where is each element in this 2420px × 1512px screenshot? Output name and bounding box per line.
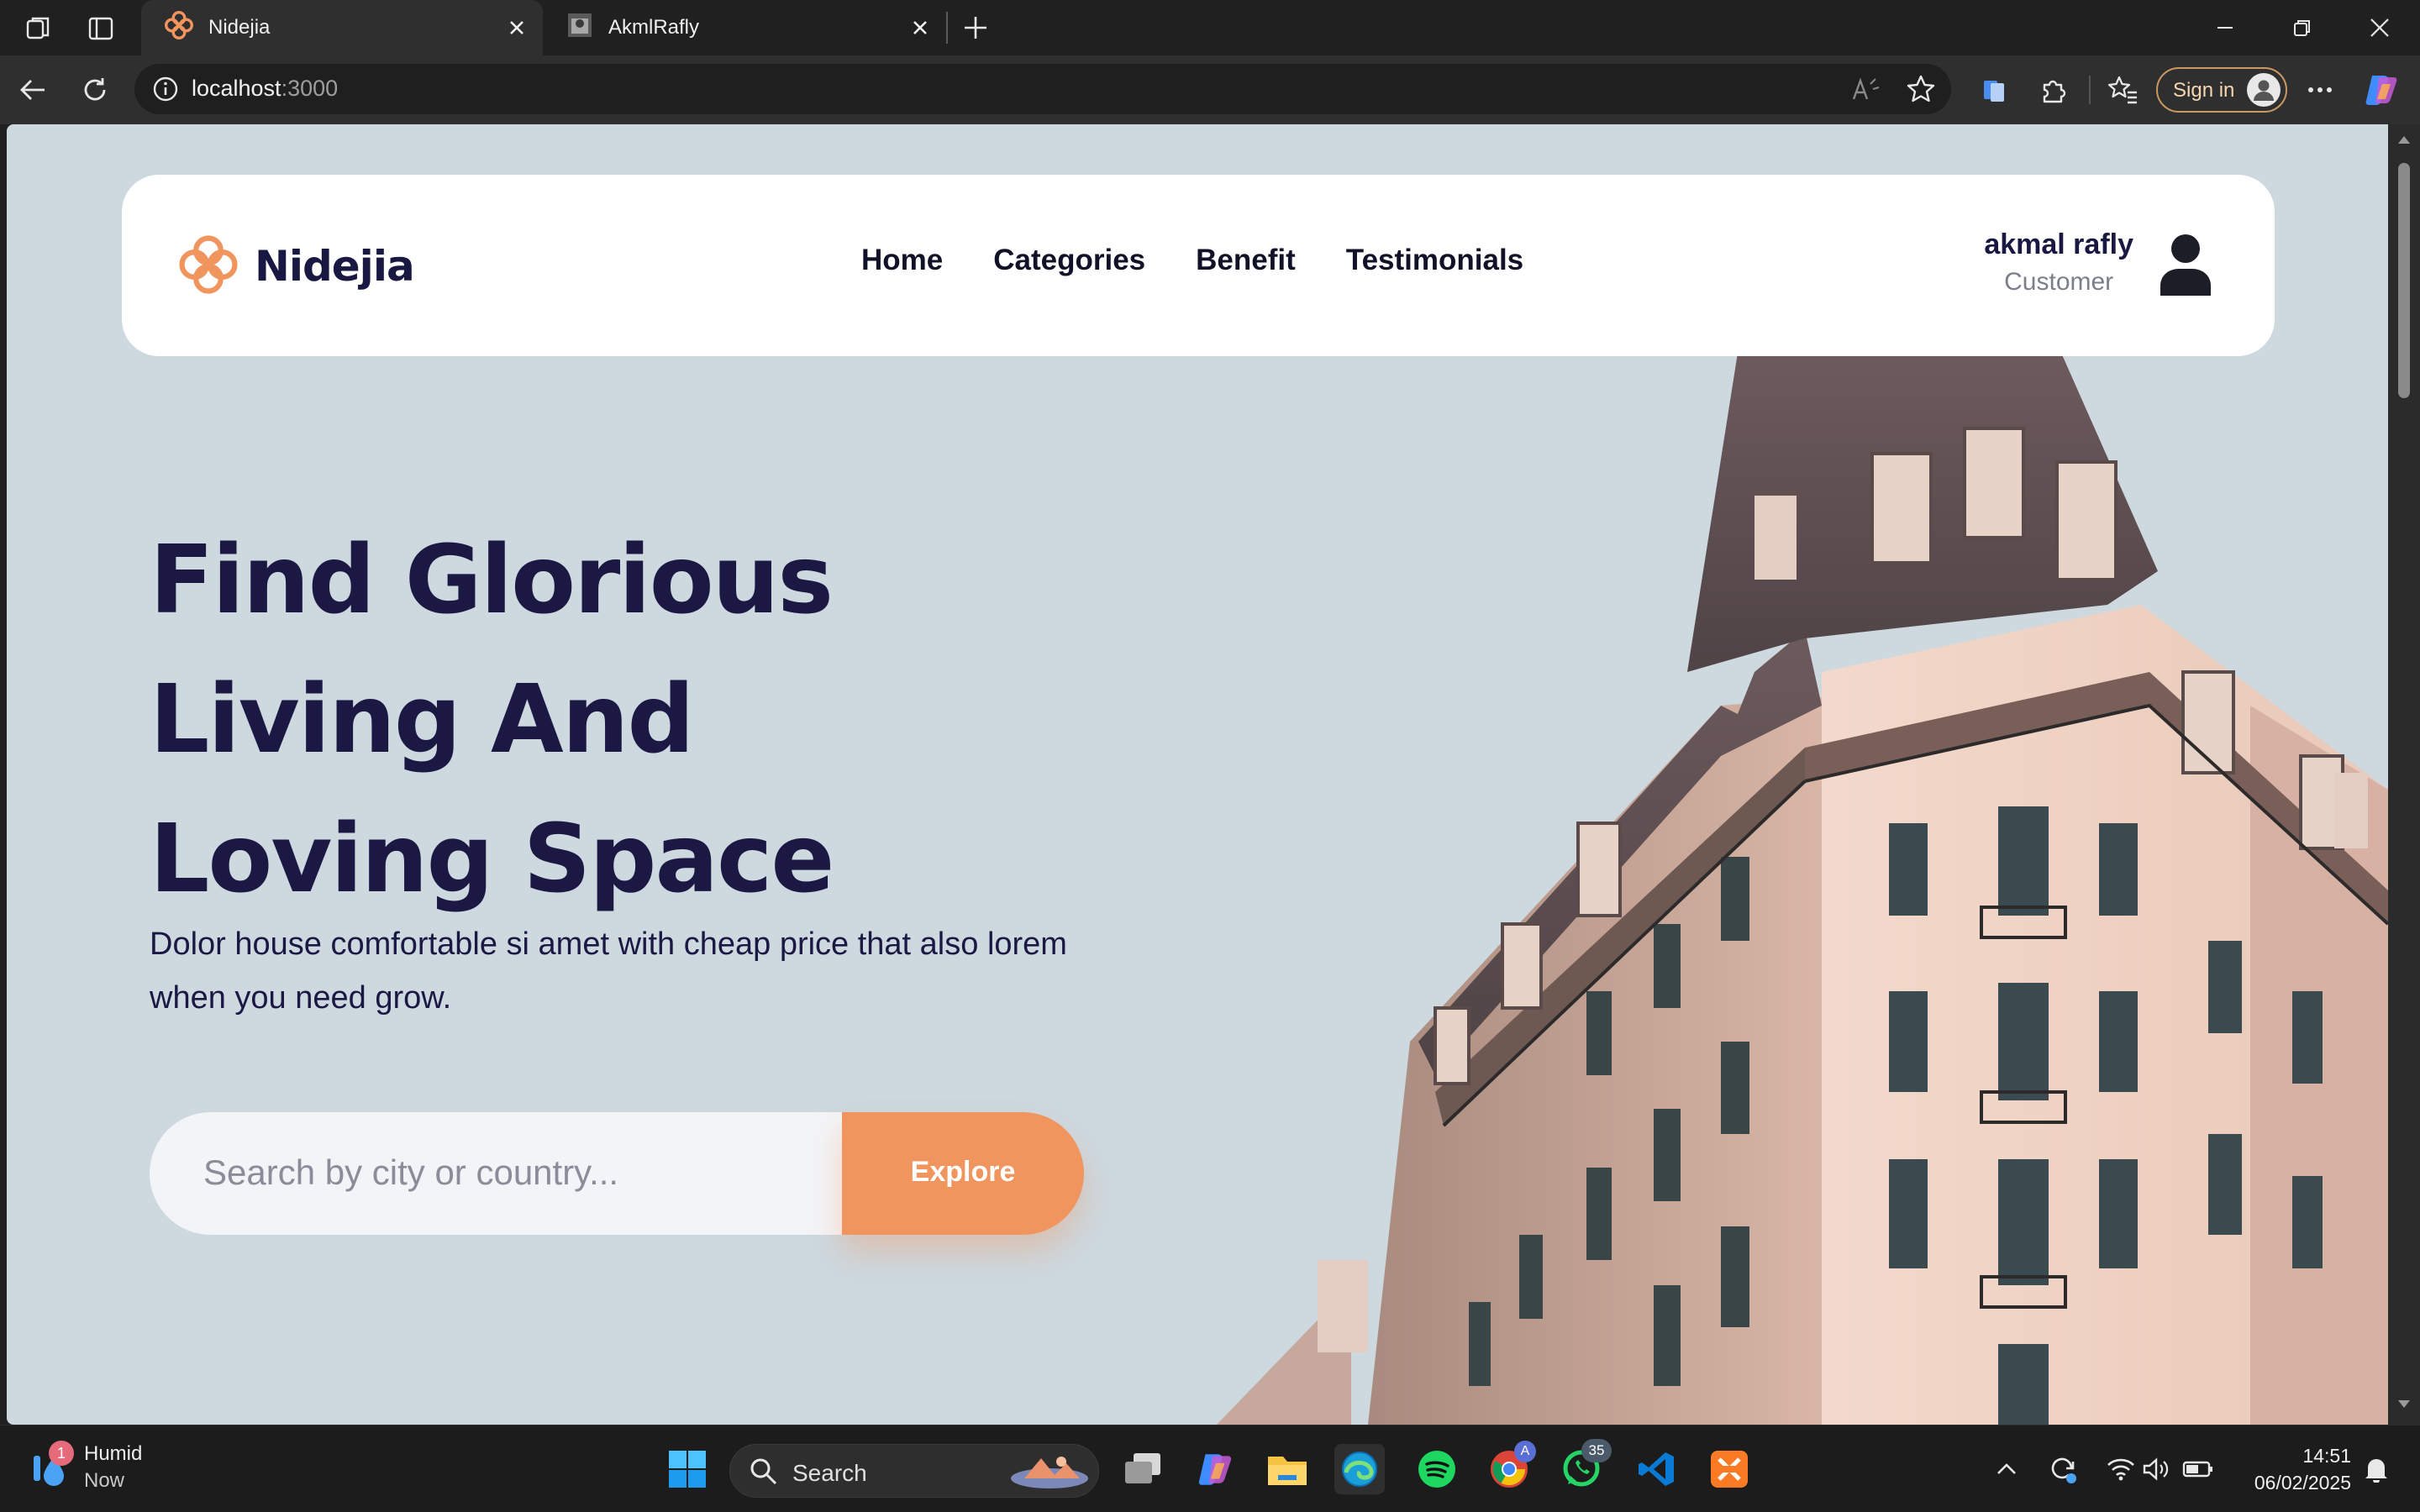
close-tab-icon[interactable] [504,15,529,40]
search-placeholder: Search by city or country... [203,1152,619,1192]
user-role: Customer [2004,268,2114,296]
taskbar-search[interactable]: Search [729,1444,1099,1498]
nav-link-home[interactable]: Home [861,244,943,277]
hero-title-line: Find Glorious [150,526,834,635]
brand-name: Nidejia [255,242,415,291]
explore-button[interactable]: Explore [842,1112,1084,1235]
tab-nidejia[interactable]: Nidejia [141,0,543,55]
sync-status-icon[interactable] [2044,1444,2081,1494]
tab-title: Nidejia [208,16,271,39]
read-aloud-icon[interactable] [1850,74,1881,108]
weather-notification-badge: 1 [49,1441,74,1466]
browser-address-bar: localhost:3000 Sign in [0,55,2420,124]
scroll-down-arrow-icon[interactable] [2396,1398,2412,1414]
scroll-up-arrow-icon[interactable] [2396,133,2412,149]
start-menu-icon[interactable] [662,1444,713,1494]
clock-date: 06/02/2025 [2254,1472,2351,1494]
favorite-star-icon[interactable] [1906,74,1936,108]
workspaces-icon[interactable] [22,12,55,45]
top-navigation-card: Nidejia Home Categories Benefit Testimon… [122,175,2275,356]
weather-time: Now [84,1469,125,1492]
user-avatar-icon[interactable] [2159,234,2212,299]
user-name: akmal rafly [1984,228,2133,260]
scrollbar-thumb[interactable] [2398,163,2410,398]
browser-tab-bar: Nidejia AkmlRafly [0,0,2420,55]
battery-icon[interactable] [2180,1444,2217,1494]
nav-link-benefit[interactable]: Benefit [1196,244,1296,277]
hero-search: Search by city or country... Explore [150,1112,1084,1235]
back-arrow-icon[interactable] [13,71,52,109]
nidejia-favicon-icon [165,10,193,45]
file-explorer-icon[interactable] [1262,1444,1313,1494]
site-info-icon[interactable] [151,75,180,107]
whatsapp-unread-badge: 35 [1581,1439,1612,1462]
hero-subtitle: Dolor house comfortable si amet with che… [150,927,1067,1016]
tab-akmlrafly[interactable]: AkmlRafly [543,0,946,55]
explore-button-label: Explore [910,1156,1016,1188]
tab-divider [946,12,948,44]
vscode-icon[interactable] [1632,1444,1682,1494]
hero-title-line: Living And [150,665,695,774]
url-text: localhost:3000 [192,76,339,101]
akmlrafly-favicon-icon [566,12,593,45]
refresh-icon[interactable] [76,71,114,109]
sign-in-label: Sign in [2173,79,2235,102]
toolbar-divider [2089,76,2091,104]
hero-title-line: Loving Space [150,805,834,914]
tab-title: AkmlRafly [608,16,700,39]
chrome-profile-badge: A [1514,1441,1536,1462]
main-nav: Home Categories Benefit Testimonials [861,244,1523,277]
nav-link-categories[interactable]: Categories [993,244,1145,277]
collections-icon[interactable] [1975,71,2013,109]
search-input[interactable]: Search by city or country... [150,1112,906,1235]
close-window-icon[interactable] [2341,0,2418,55]
more-options-icon[interactable] [2301,71,2339,109]
user-info[interactable]: akmal rafly Customer [1984,228,2133,297]
copilot-taskbar-icon[interactable] [1190,1444,1240,1494]
task-view-icon[interactable] [1118,1444,1168,1494]
page-viewport: Nidejia Home Categories Benefit Testimon… [7,124,2388,1425]
edge-browser-icon[interactable] [1334,1444,1385,1494]
favorites-icon[interactable] [2104,71,2143,109]
spotify-icon[interactable] [1412,1444,1462,1494]
volume-icon[interactable] [2139,1444,2173,1494]
url-bar[interactable]: localhost:3000 [134,64,1951,114]
xampp-icon[interactable] [1704,1444,1754,1494]
page-scrollbar[interactable] [2388,124,2420,1425]
search-highlight-icon [1007,1452,1092,1495]
hero-title: Find Glorious Living And Loving Space [150,511,1074,929]
system-clock[interactable]: 14:51 06/02/2025 [2254,1442,2351,1496]
search-icon [749,1457,779,1490]
restore-window-icon[interactable] [2264,0,2341,55]
weather-title: Humid [84,1442,143,1465]
show-hidden-icons-icon[interactable] [1990,1444,2023,1494]
vertical-tabs-icon[interactable] [84,12,118,45]
notifications-bell-icon[interactable] [2360,1444,2393,1494]
new-tab-icon[interactable] [958,10,993,45]
hero-building-image [1217,353,2388,1425]
nav-link-testimonials[interactable]: Testimonials [1346,244,1523,277]
minimize-window-icon[interactable] [2186,0,2264,55]
clock-time: 14:51 [2302,1445,2351,1467]
sign-in-button[interactable]: Sign in [2156,67,2287,113]
windows-taskbar: 1 Humid Now Search A 35 14:51 06/02/2025 [0,1425,2420,1512]
brand-logo[interactable]: Nidejia [177,234,415,299]
extensions-icon[interactable] [2033,71,2072,109]
wifi-icon[interactable] [2104,1444,2138,1494]
copilot-icon[interactable] [2360,69,2403,111]
profile-avatar-icon [2247,73,2281,107]
taskbar-search-label: Search [792,1460,867,1486]
nidejia-logo-icon [177,234,239,299]
close-tab-icon[interactable] [908,15,933,40]
